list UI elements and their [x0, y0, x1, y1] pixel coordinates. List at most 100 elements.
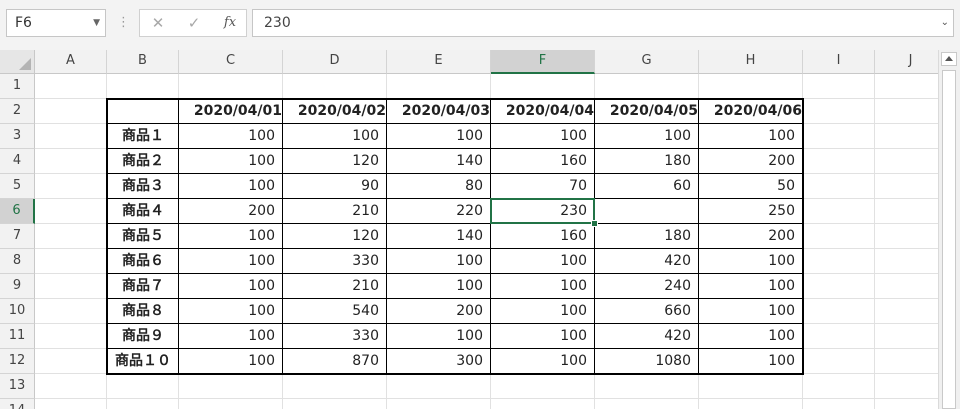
select-all-button[interactable]	[0, 50, 35, 74]
name-box[interactable]: F6 ▼	[6, 9, 106, 37]
more-options-icon[interactable]: ⋮	[117, 13, 130, 33]
value-cell[interactable]: 420	[595, 324, 699, 349]
value-cell[interactable]: 1080	[595, 349, 699, 374]
value-cell[interactable]: 100	[491, 299, 595, 324]
date-header-cell[interactable]: 2020/04/06	[699, 99, 803, 124]
row-header-14[interactable]: 14	[0, 399, 35, 409]
date-header-cell[interactable]: 2020/04/01	[179, 99, 283, 124]
value-cell[interactable]: 100	[699, 349, 803, 374]
value-cell[interactable]: 200	[699, 224, 803, 249]
value-cell[interactable]: 100	[387, 324, 491, 349]
value-cell[interactable]: 240	[595, 274, 699, 299]
value-cell[interactable]: 50	[699, 174, 803, 199]
value-cell[interactable]: 100	[595, 124, 699, 149]
value-cell[interactable]: 250	[699, 199, 803, 224]
value-cell[interactable]: 210	[283, 274, 387, 299]
value-cell[interactable]: 220	[387, 199, 491, 224]
date-header-cell[interactable]: 2020/04/05	[595, 99, 699, 124]
cancel-icon[interactable]: ✕	[144, 10, 172, 36]
value-cell[interactable]: 90	[283, 174, 387, 199]
value-cell[interactable]: 180	[595, 149, 699, 174]
value-cell[interactable]: 100	[699, 324, 803, 349]
value-cell[interactable]: 100	[699, 124, 803, 149]
value-cell[interactable]: 100	[179, 149, 283, 174]
row-header-7[interactable]: 7	[0, 224, 35, 249]
value-cell[interactable]: 100	[491, 324, 595, 349]
date-header-cell[interactable]: 2020/04/03	[387, 99, 491, 124]
row-header-1[interactable]: 1	[0, 74, 35, 99]
value-cell[interactable]	[595, 199, 699, 224]
column-header-i[interactable]: I	[803, 50, 875, 74]
column-header-f[interactable]: F	[491, 50, 595, 74]
fill-handle[interactable]	[591, 220, 598, 227]
value-cell[interactable]: 100	[179, 299, 283, 324]
scroll-up-button[interactable]	[941, 52, 957, 66]
date-header-cell[interactable]: 2020/04/02	[283, 99, 387, 124]
column-header-e[interactable]: E	[387, 50, 491, 74]
row-header-12[interactable]: 12	[0, 349, 35, 374]
row-header-9[interactable]: 9	[0, 274, 35, 299]
value-cell[interactable]: 100	[491, 274, 595, 299]
scroll-thumb[interactable]	[942, 70, 956, 409]
value-cell[interactable]: 140	[387, 149, 491, 174]
product-name-cell[interactable]: 商品６	[107, 249, 179, 274]
value-cell[interactable]: 100	[179, 249, 283, 274]
value-cell[interactable]: 100	[179, 224, 283, 249]
value-cell[interactable]: 100	[179, 274, 283, 299]
chevron-down-icon[interactable]: ▼	[93, 10, 100, 36]
value-cell[interactable]: 140	[387, 224, 491, 249]
value-cell[interactable]: 100	[179, 324, 283, 349]
row-header-5[interactable]: 5	[0, 174, 35, 199]
value-cell[interactable]: 120	[283, 149, 387, 174]
value-cell[interactable]: 870	[283, 349, 387, 374]
product-name-cell[interactable]: 商品２	[107, 149, 179, 174]
formula-input[interactable]: 230 ⌄	[252, 9, 954, 37]
value-cell[interactable]: 100	[179, 174, 283, 199]
row-header-2[interactable]: 2	[0, 99, 35, 124]
row-header-13[interactable]: 13	[0, 374, 35, 399]
value-cell[interactable]: 70	[491, 174, 595, 199]
value-cell[interactable]: 120	[283, 224, 387, 249]
value-cell[interactable]: 330	[283, 324, 387, 349]
product-name-cell[interactable]: 商品５	[107, 224, 179, 249]
value-cell[interactable]: 300	[387, 349, 491, 374]
value-cell[interactable]: 540	[283, 299, 387, 324]
column-header-c[interactable]: C	[179, 50, 283, 74]
value-cell[interactable]: 100	[491, 349, 595, 374]
value-cell[interactable]: 80	[387, 174, 491, 199]
value-cell[interactable]: 160	[491, 149, 595, 174]
column-header-j[interactable]: J	[875, 50, 947, 74]
product-name-cell[interactable]: 商品７	[107, 274, 179, 299]
value-cell[interactable]: 100	[387, 249, 491, 274]
value-cell[interactable]: 100	[283, 124, 387, 149]
row-header-10[interactable]: 10	[0, 299, 35, 324]
column-header-d[interactable]: D	[283, 50, 387, 74]
product-name-cell[interactable]: 商品１	[107, 124, 179, 149]
value-cell[interactable]: 100	[387, 124, 491, 149]
expand-formula-icon[interactable]: ⌄	[941, 10, 949, 36]
column-header-g[interactable]: G	[595, 50, 699, 74]
worksheet-grid[interactable]: ABCDEFGHIJ 1234567891011121314 2020/04/0…	[0, 50, 960, 409]
value-cell[interactable]: 210	[283, 199, 387, 224]
value-cell[interactable]: 160	[491, 224, 595, 249]
product-name-cell[interactable]: 商品８	[107, 299, 179, 324]
date-header-cell[interactable]: 2020/04/04	[491, 99, 595, 124]
product-name-cell[interactable]: 商品４	[107, 199, 179, 224]
row-header-4[interactable]: 4	[0, 149, 35, 174]
product-name-cell[interactable]: 商品１０	[107, 349, 179, 374]
value-cell[interactable]: 200	[387, 299, 491, 324]
value-cell[interactable]: 100	[491, 249, 595, 274]
value-cell[interactable]: 200	[699, 149, 803, 174]
insert-function-icon[interactable]: fx	[216, 10, 244, 36]
value-cell[interactable]: 100	[699, 274, 803, 299]
value-cell[interactable]: 100	[699, 299, 803, 324]
product-name-cell[interactable]: 商品９	[107, 324, 179, 349]
row-header-3[interactable]: 3	[0, 124, 35, 149]
row-header-6[interactable]: 6	[0, 199, 35, 224]
value-cell[interactable]: 100	[387, 274, 491, 299]
value-cell[interactable]: 330	[283, 249, 387, 274]
row-header-11[interactable]: 11	[0, 324, 35, 349]
value-cell[interactable]: 100	[699, 249, 803, 274]
value-cell[interactable]: 180	[595, 224, 699, 249]
value-cell[interactable]: 100	[179, 124, 283, 149]
